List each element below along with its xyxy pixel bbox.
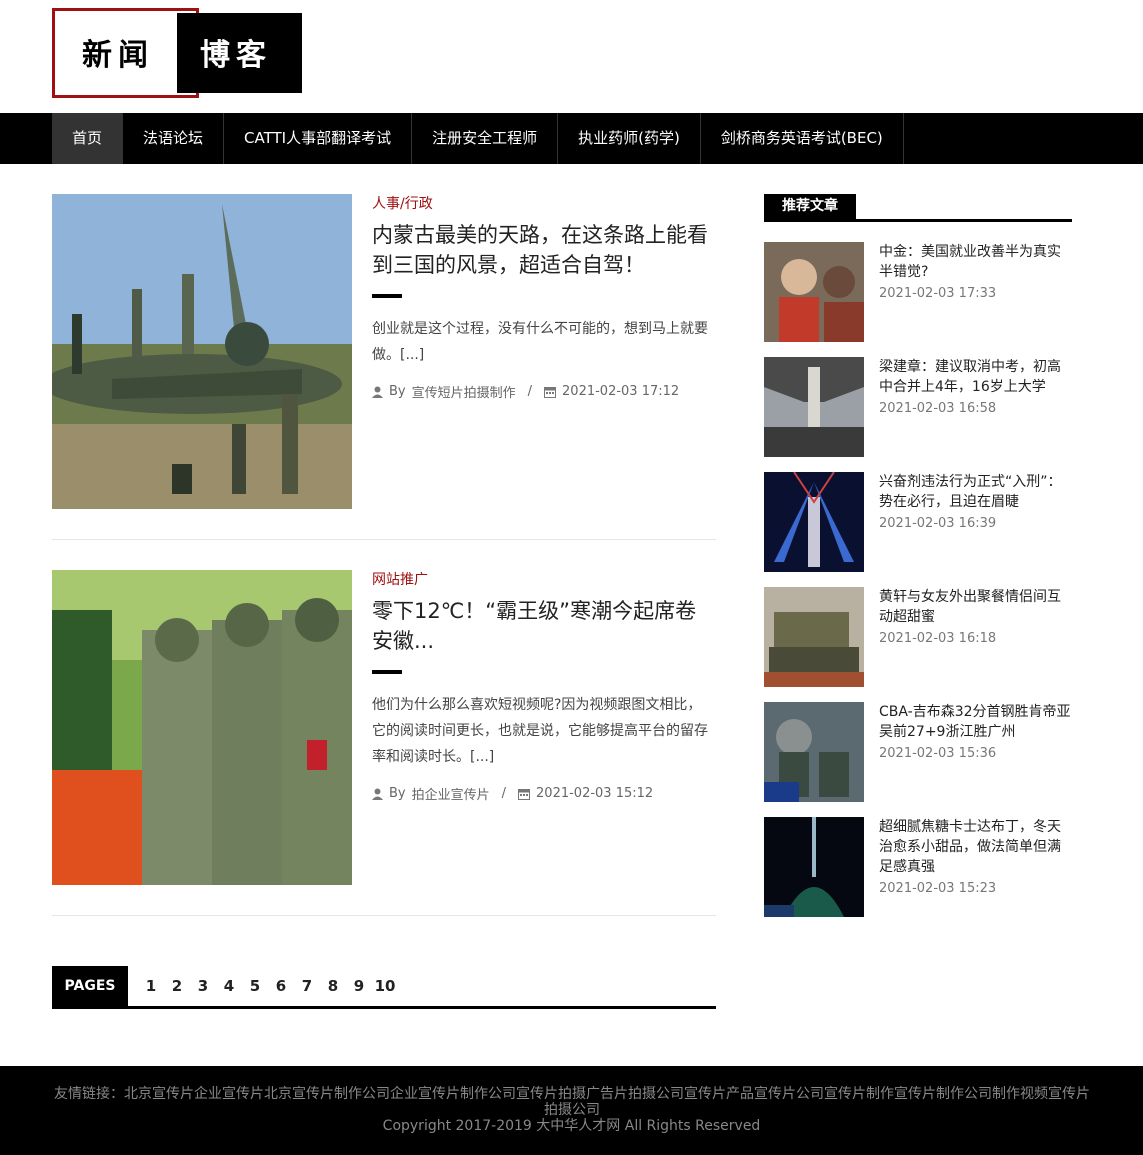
page-link-5[interactable]: 5 [242,966,268,1006]
sidebar-item[interactable]: 超细腻焦糖卡士达布丁，冬天治愈系小甜品，做法简单但满足感真强 2021-02-0… [764,817,1072,917]
sidebar-item-title[interactable]: 梁建章：建议取消中考，初高中合并上4年，16岁上大学 [879,357,1074,397]
calendar-icon [544,386,557,398]
post-date: 2021-02-03 17:12 [562,384,680,399]
sidebar-thumbnail[interactable] [764,472,864,572]
post-excerpt: 创业就是这个过程，没有什么不可能的，想到马上就要做。[...] [372,321,708,363]
sidebar-thumbnail[interactable] [764,702,864,802]
sidebar-item-date: 2021-02-03 16:39 [879,516,997,531]
sidebar-item[interactable]: 中金：美国就业改善半为真实半错觉? 2021-02-03 17:33 [764,242,1072,342]
sidebar-thumbnail[interactable] [764,357,864,457]
pagination: PAGES 1 2 3 4 5 6 7 8 9 10 [52,966,716,1009]
site-logo[interactable]: 新闻 博客 [52,8,302,98]
post-category[interactable]: 人事/行政 [372,194,712,214]
user-icon [372,788,383,800]
sidebar-heading-label: 推荐文章 [764,194,856,219]
post-date: 2021-02-03 15:12 [536,786,654,801]
post-thumbnail[interactable] [52,194,352,509]
nav-item-catti[interactable]: CATTI人事部翻译考试 [224,113,413,164]
page-link-3[interactable]: 3 [190,966,216,1006]
post-item: 人事/行政 内蒙古最美的天路，在这条路上能看到三国的风景，超适合自驾！ 创业就是… [52,194,716,509]
post-category[interactable]: 网站推广 [372,570,712,590]
post-by: By [389,786,406,801]
sidebar-item[interactable]: 黄轩与女友外出聚餐情侣间互动超甜蜜 2021-02-03 16:18 [764,587,1072,687]
sidebar-item[interactable]: 兴奋剂违法行为正式“入刑”：势在必行，且迫在眉睫 2021-02-03 16:3… [764,472,1072,572]
sidebar-thumbnail[interactable] [764,587,864,687]
post-by: By [389,384,406,399]
post-divider [52,539,716,540]
page-link-2[interactable]: 2 [164,966,190,1006]
sidebar-thumbnail[interactable] [764,817,864,917]
page-link-4[interactable]: 4 [216,966,242,1006]
sidebar-item-date: 2021-02-03 16:58 [879,401,997,416]
nav-item-home[interactable]: 首页 [52,113,124,164]
sidebar-item[interactable]: CBA-吉布森32分首钢胜肯帝亚吴前27+9浙江胜广州 2021-02-03 1… [764,702,1072,802]
nav-item-safety-engineer[interactable]: 注册安全工程师 [412,113,559,164]
sidebar-thumbnail[interactable] [764,242,864,342]
sidebar-item-title[interactable]: 黄轩与女友外出聚餐情侣间互动超甜蜜 [879,587,1074,627]
sidebar-item[interactable]: 梁建章：建议取消中考，初高中合并上4年，16岁上大学 2021-02-03 16… [764,357,1072,457]
post-author[interactable]: 拍企业宣传片 [412,784,490,803]
page-link-1[interactable]: 1 [138,966,164,1006]
site-footer: 友情链接：北京宣传片企业宣传片北京宣传片制作公司企业宣传片制作公司宣传片拍摄广告… [0,1066,1143,1155]
sidebar-item-title[interactable]: CBA-吉布森32分首钢胜肯帝亚吴前27+9浙江胜广州 [879,702,1074,742]
post-divider [52,915,716,916]
post-author[interactable]: 宣传短片拍摄制作 [412,382,516,401]
post-title[interactable]: 零下12℃！“霸王级”寒潮今起席卷安徽... [372,596,712,656]
page-link-9[interactable]: 9 [346,966,372,1006]
sidebar-item-date: 2021-02-03 17:33 [879,286,997,301]
post-item: 网站推广 零下12℃！“霸王级”寒潮今起席卷安徽... 他们为什么那么喜欢短视频… [52,570,716,885]
meta-separator: / [501,786,507,801]
nav-item-pharmacist[interactable]: 执业药师(药学) [558,113,701,164]
sidebar-item-date: 2021-02-03 15:36 [879,746,997,761]
post-excerpt: 他们为什么那么喜欢短视频呢?因为视频跟图文相比，它的阅读时间更长，也就是说，它能… [372,697,708,765]
sidebar-heading: 推荐文章 [764,194,1072,222]
calendar-icon [518,788,531,800]
footer-friend-links[interactable]: 友情链接：北京宣传片企业宣传片北京宣传片制作公司企业宣传片制作公司宣传片拍摄广告… [52,1086,1092,1118]
post-title[interactable]: 内蒙古最美的天路，在这条路上能看到三国的风景，超适合自驾！ [372,220,712,280]
nav-item-french-forum[interactable]: 法语论坛 [123,113,225,164]
sidebar-recommended: 推荐文章 中金：美国就业改善半为真实半错觉? 2021-02-03 17:33 … [764,194,1072,917]
page-link-8[interactable]: 8 [320,966,346,1006]
nav-item-bec[interactable]: 剑桥商务英语考试(BEC) [701,113,904,164]
title-underline [372,294,402,298]
sidebar-item-title[interactable]: 兴奋剂违法行为正式“入刑”：势在必行，且迫在眉睫 [879,472,1074,512]
user-icon [372,386,383,398]
sidebar-item-title[interactable]: 中金：美国就业改善半为真实半错觉? [879,242,1074,282]
meta-separator: / [527,384,533,399]
post-meta: By 宣传短片拍摄制作 / 2021-02-03 17:12 [372,382,712,401]
page-link-7[interactable]: 7 [294,966,320,1006]
post-meta: By 拍企业宣传片 / 2021-02-03 15:12 [372,784,712,803]
page-link-10[interactable]: 10 [372,966,398,1006]
footer-copyright: Copyright 2017-2019 大中华人才网 All Rights Re… [382,1118,761,1134]
sidebar-item-date: 2021-02-03 15:23 [879,881,997,896]
main-nav: 首页 法语论坛 CATTI人事部翻译考试 注册安全工程师 执业药师(药学) 剑桥… [0,113,1143,164]
sidebar-item-title[interactable]: 超细腻焦糖卡士达布丁，冬天治愈系小甜品，做法简单但满足感真强 [879,817,1074,877]
title-underline [372,670,402,674]
page-link-6[interactable]: 6 [268,966,294,1006]
post-thumbnail[interactable] [52,570,352,885]
logo-text-left: 新闻 [82,38,154,73]
pages-label: PAGES [52,966,128,1006]
sidebar-item-date: 2021-02-03 16:18 [879,631,997,646]
logo-text-right: 博客 [200,38,272,73]
